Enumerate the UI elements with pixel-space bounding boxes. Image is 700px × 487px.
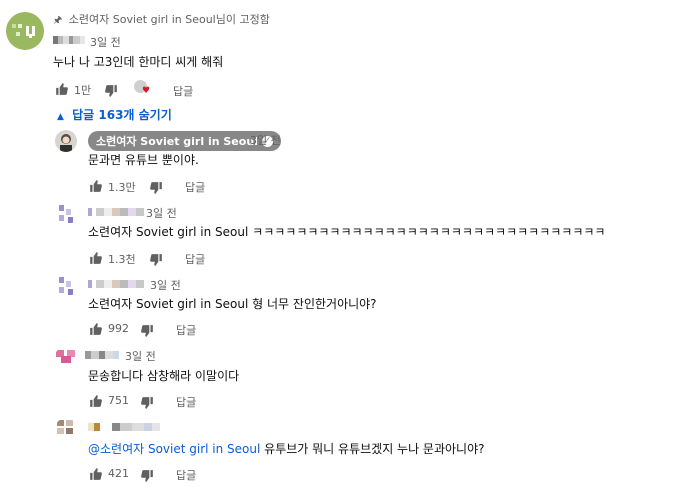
reply-time[interactable]: 3일 전 <box>150 277 181 293</box>
thumbs-down-icon <box>141 470 153 482</box>
dislike-button[interactable] <box>149 252 163 266</box>
like-button[interactable] <box>89 321 103 335</box>
thumbs-up-icon <box>90 252 102 264</box>
reply-time[interactable]: 3일 전 <box>250 132 281 148</box>
reply-text: 문과면 유튜브 뿐이야. <box>88 153 199 167</box>
dislike-button[interactable] <box>149 180 163 194</box>
thumbs-up-icon <box>90 468 102 480</box>
thumbs-up-icon <box>90 395 102 407</box>
thumbs-down-icon <box>150 254 162 266</box>
reply-avatar[interactable] <box>55 346 77 368</box>
reply-button[interactable]: 답글 <box>176 394 196 410</box>
thumbs-down-icon <box>105 85 117 97</box>
pinned-comment-text: 누나 나 고3인데 한마디 씨게 해줘 <box>53 55 224 69</box>
blurred-author-name[interactable] <box>85 351 119 359</box>
creator-heart-icon: ♥ <box>142 86 151 96</box>
reply-like-count: 992 <box>108 322 129 335</box>
reply-text: 소련여자 Soviet girl in Seoul 형 너무 잔인한거아니야? <box>88 297 377 311</box>
reply-like-count: 1.3천 <box>108 253 136 266</box>
reply-avatar[interactable] <box>55 418 77 440</box>
like-button[interactable] <box>89 466 103 480</box>
reply-button[interactable]: 답글 <box>185 179 205 195</box>
reply-like-count: 751 <box>108 394 129 407</box>
reply-avatar[interactable] <box>55 203 77 225</box>
dislike-button[interactable] <box>140 395 154 409</box>
owner-avatar-image <box>60 134 72 152</box>
like-button[interactable] <box>89 178 103 192</box>
reply-like-count: 421 <box>108 467 129 480</box>
reply-text-body: 유투브가 뭐니 유튜브겠지 누나 문과아니야? <box>260 442 485 456</box>
avatar-image <box>12 24 35 38</box>
reply-avatar[interactable] <box>55 275 77 297</box>
thumbs-up-icon <box>90 180 102 192</box>
hide-replies-toggle[interactable]: ▲ 답글 163개 숨기기 <box>57 106 172 123</box>
avatar-image <box>56 350 75 363</box>
dislike-button[interactable] <box>140 323 154 337</box>
blurred-author-name[interactable] <box>88 423 160 431</box>
thumbs-down-icon <box>141 325 153 337</box>
dislike-button[interactable] <box>104 83 118 97</box>
thumbs-up-icon <box>56 83 68 95</box>
reply-button[interactable]: 답글 <box>176 322 196 338</box>
creator-heart: ♥ <box>134 80 150 96</box>
like-button[interactable] <box>55 81 69 95</box>
dislike-button[interactable] <box>140 468 154 482</box>
reply-text: 소련여자 Soviet girl in Seoul ㅋㅋㅋㅋㅋㅋㅋㅋㅋㅋㅋㅋㅋㅋ… <box>88 225 606 239</box>
pinned-comment-avatar[interactable] <box>6 12 44 50</box>
avatar-image <box>59 277 73 295</box>
chevron-up-icon: ▲ <box>57 112 64 122</box>
reply-text: 문송합니다 삼창해라 이말이다 <box>88 369 240 383</box>
pinned-comment-time[interactable]: 3일 전 <box>90 34 121 50</box>
pinned-like-count: 1만 <box>74 84 92 97</box>
like-button[interactable] <box>89 250 103 264</box>
pin-icon: 🖈 <box>53 15 63 26</box>
blurred-author-name[interactable] <box>88 280 144 288</box>
thumbs-down-icon <box>150 182 162 194</box>
thumbs-up-icon <box>90 323 102 335</box>
mention-link[interactable]: @소련여자 Soviet girl in Seoul <box>88 442 260 456</box>
avatar-image <box>57 420 73 434</box>
blurred-author-name[interactable] <box>53 36 85 44</box>
like-button[interactable] <box>89 393 103 407</box>
reply-like-count: 1.3만 <box>108 181 136 194</box>
reply-button[interactable]: 답글 <box>176 467 196 483</box>
reply-text: @소련여자 Soviet girl in Seoul 유투브가 뭐니 유튜브겠지… <box>88 440 485 457</box>
pinned-reply-button[interactable]: 답글 <box>173 83 193 99</box>
reply-avatar-owner[interactable] <box>55 130 77 152</box>
pinned-by-label: 🖈 소련여자 Soviet girl in Seoul님이 고정함 <box>53 13 270 26</box>
reply-button[interactable]: 답글 <box>185 251 205 267</box>
avatar-image <box>59 205 73 223</box>
blurred-author-name[interactable] <box>88 208 144 216</box>
thumbs-down-icon <box>141 397 153 409</box>
reply-time[interactable]: 3일 전 <box>146 205 177 221</box>
reply-time[interactable]: 3일 전 <box>125 348 156 364</box>
